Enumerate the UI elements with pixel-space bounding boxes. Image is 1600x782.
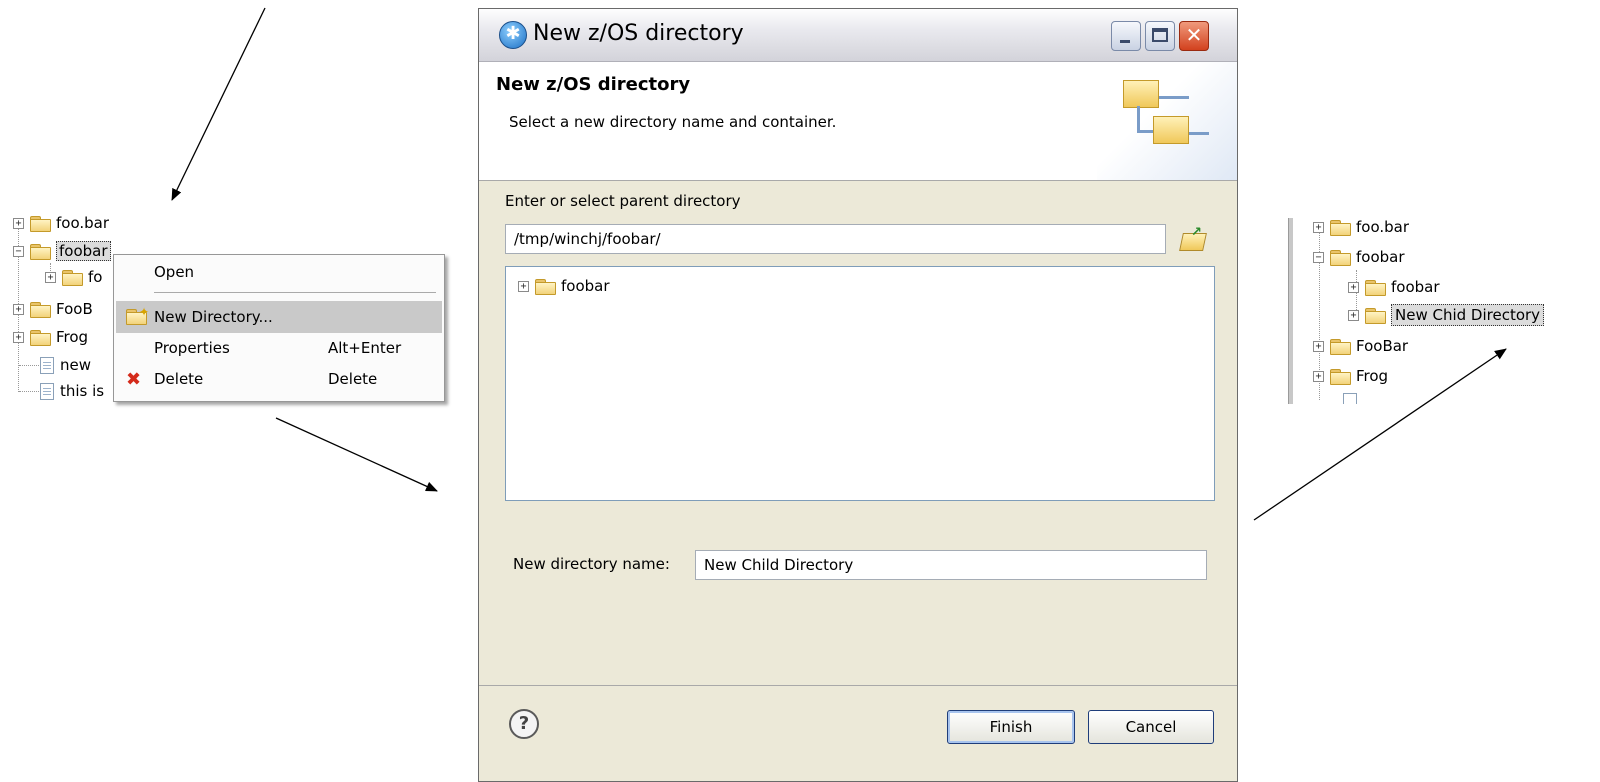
tree-item[interactable]: + fo [45,264,102,290]
collapse-icon[interactable]: − [13,245,24,257]
directory-tree[interactable]: + foobar [505,266,1215,501]
folder-icon [1330,368,1351,385]
expand-icon[interactable]: + [13,331,24,343]
expand-icon[interactable]: + [518,280,529,292]
directory-name-label: New directory name: [513,555,670,573]
tree-guide-line [19,365,39,366]
expand-icon[interactable]: + [1313,340,1324,352]
finish-button[interactable]: Finish [947,710,1075,744]
folder-icon [1330,219,1351,236]
eclipse-app-icon: ✱ [499,21,527,49]
browse-folder-icon[interactable]: ↗ [1179,225,1207,253]
tree-item-label: foo.bar [1356,218,1410,236]
expand-icon[interactable]: + [45,271,56,283]
tree-item[interactable]: + New Chid Directory [1348,302,1545,328]
wizard-banner: New z/OS directory Select a new director… [479,62,1237,181]
folder-icon [1330,338,1351,355]
tree-item[interactable]: + Frog [1313,363,1388,389]
maximize-button[interactable] [1145,21,1175,51]
folder-icon [30,329,51,346]
menu-item-accelerator: Alt+Enter [328,339,402,357]
expand-icon[interactable]: + [1313,221,1324,233]
new-folder-icon: ✦ [126,305,149,325]
tree-item-label: foo.bar [56,214,110,232]
new-directory-dialog: ✱ New z/OS directory ✕ New z/OS director… [478,8,1238,782]
menu-item-open[interactable]: Open [116,258,442,286]
tree-item-label: FooB [56,300,93,318]
tree-item-label: new [60,356,92,374]
folder-icon [1365,279,1386,296]
file-icon [40,382,54,400]
help-icon[interactable]: ? [509,709,539,739]
menu-item-label: Delete [154,370,204,388]
expand-icon[interactable]: + [13,217,24,229]
expand-icon[interactable]: + [1348,281,1359,293]
context-menu: Open ✦ New Directory... Properties Alt+E… [113,254,445,402]
file-icon [1343,393,1357,404]
tree-item-label: foobar [1391,278,1440,296]
menu-item-label: Properties [154,339,230,357]
tree-item[interactable]: + foobar [518,273,610,299]
expand-icon[interactable]: + [1348,309,1359,321]
parent-directory-input[interactable]: /tmp/winchj/foobar/ [505,224,1166,254]
cancel-button[interactable]: Cancel [1088,710,1214,744]
folder-icon [30,301,51,318]
arrow-to-dialog [275,417,438,492]
folder-icon [535,278,556,295]
tree-item[interactable]: + FooB [13,296,93,322]
banner-subtitle: Select a new directory name and containe… [509,113,837,131]
tree-item[interactable]: + Frog [13,324,88,350]
tree-item[interactable]: new [40,352,91,378]
window-title: New z/OS directory [533,21,744,46]
menu-item-properties[interactable]: Properties Alt+Enter [116,334,442,362]
directory-name-value: New Child Directory [704,556,854,574]
collapse-icon[interactable]: − [1313,251,1324,263]
tree-item-label: foobar [561,277,610,295]
parent-directory-value: /tmp/winchj/foobar/ [514,230,661,248]
tree-item-label: Frog [56,328,89,346]
menu-item-delete[interactable]: ✖ Delete Delete [116,365,442,393]
expand-icon[interactable]: + [1313,370,1324,382]
menu-separator [154,292,436,293]
tree-item[interactable]: + FooBar [1313,333,1408,359]
tree-item-label: this is [60,382,105,400]
tree-item[interactable]: + foobar [1348,274,1440,300]
footer-separator [479,685,1237,686]
folder-icon [1330,249,1351,266]
arrow-to-tree [171,7,266,201]
tree-item-label: foobar [1356,248,1405,266]
folder-tree-icon [1097,62,1237,180]
tree-item[interactable]: − foobar [1313,244,1405,270]
tree-item-label: fo [88,268,103,286]
folder-icon [62,269,83,286]
directory-name-input[interactable]: New Child Directory [695,550,1207,580]
tree-item[interactable]: + foo.bar [13,212,109,234]
title-bar[interactable]: ✱ New z/OS directory ✕ [479,9,1237,62]
menu-item-label: Open [154,263,195,281]
tree-guide-line [19,391,39,392]
delete-icon: ✖ [126,369,142,390]
parent-directory-label: Enter or select parent directory [505,192,741,210]
tree-item[interactable]: this is [40,378,104,404]
minimize-button[interactable] [1111,21,1141,51]
tree-item-label: FooBar [1356,337,1409,355]
tree-item-label: Frog [1356,367,1389,385]
file-icon [40,356,54,374]
tree-item-label: foobar [56,241,111,261]
folder-icon [1365,307,1386,324]
menu-item-label: New Directory... [154,308,273,326]
banner-title: New z/OS directory [496,74,691,95]
folder-icon [30,215,51,232]
expand-icon[interactable]: + [13,303,24,315]
folder-icon [30,243,51,260]
tree-item[interactable]: + foo.bar [1313,216,1409,238]
menu-item-new-directory[interactable]: ✦ New Directory... [116,301,442,333]
close-button[interactable]: ✕ [1179,21,1209,51]
view-border [1288,218,1293,404]
tree-item-label: New Chid Directory [1391,304,1545,326]
menu-item-accelerator: Delete [328,370,378,388]
tree-item[interactable]: − foobar [13,238,111,264]
